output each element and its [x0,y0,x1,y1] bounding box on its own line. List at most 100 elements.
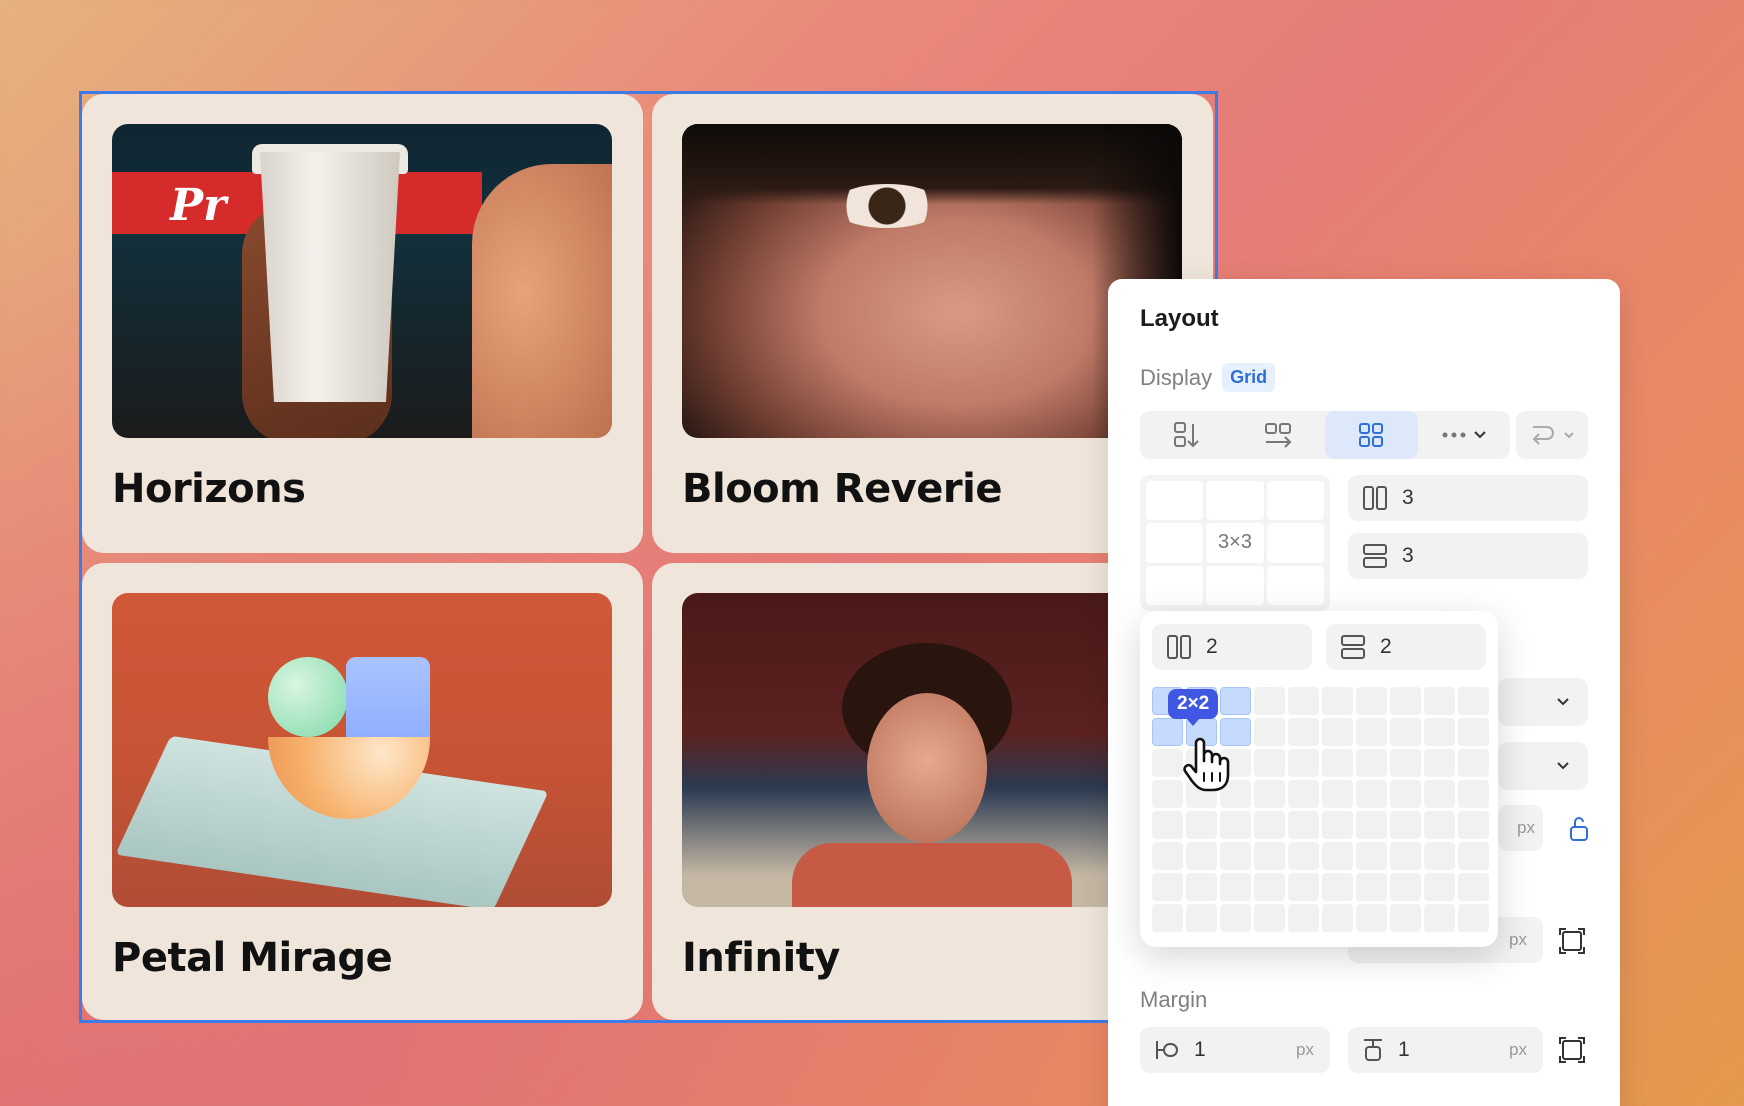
grid-cell[interactable] [1390,749,1421,777]
grid-cell[interactable] [1152,749,1183,777]
grid-size-tooltip: 2×2 [1168,689,1219,726]
grid-cell[interactable] [1254,904,1285,932]
grid-cell[interactable] [1152,904,1183,932]
grid-cell[interactable] [1458,687,1489,715]
lock-gap-button[interactable] [1568,815,1590,848]
grid-cell[interactable] [1288,873,1319,901]
grid-cell[interactable] [1152,811,1183,839]
grid-cell[interactable] [1356,842,1387,870]
grid-cell[interactable] [1152,718,1183,746]
grid-cell[interactable] [1288,718,1319,746]
grid-cell[interactable] [1288,842,1319,870]
grid-cell[interactable] [1322,904,1353,932]
grid-cell[interactable] [1390,873,1421,901]
grid-cell[interactable] [1356,904,1387,932]
rows-value: 3 [1402,544,1414,567]
grid-cell[interactable] [1322,749,1353,777]
grid-cell[interactable] [1424,687,1455,715]
grid-cell[interactable] [1390,718,1421,746]
columns-value: 3 [1402,486,1414,509]
grid-cell[interactable] [1152,873,1183,901]
grid-cell[interactable] [1458,718,1489,746]
grid-cell[interactable] [1254,873,1285,901]
grid-cell[interactable] [1322,780,1353,808]
grid-cell[interactable] [1424,842,1455,870]
grid-cell[interactable] [1424,873,1455,901]
grid-cell[interactable] [1458,842,1489,870]
grid-cell[interactable] [1254,811,1285,839]
margin-top-field[interactable]: 1 px [1348,1027,1543,1073]
grid-cell[interactable] [1220,687,1251,715]
grid-cell[interactable] [1458,749,1489,777]
grid-cell[interactable] [1220,873,1251,901]
grid-cell[interactable] [1356,780,1387,808]
grid-cell[interactable] [1254,749,1285,777]
grid-cell[interactable] [1322,687,1353,715]
grid-cell[interactable] [1220,842,1251,870]
flow-vertical-button[interactable] [1140,411,1233,459]
grid-cell[interactable] [1186,873,1217,901]
columns-field[interactable]: 3 [1348,475,1588,521]
rows-field[interactable]: 3 [1348,533,1588,579]
grid-cell[interactable] [1186,811,1217,839]
grid-cell[interactable] [1356,811,1387,839]
grid-cell[interactable] [1254,780,1285,808]
flow-horizontal-button[interactable] [1233,411,1326,459]
rows-icon [1341,635,1365,659]
grid-cell[interactable] [1390,687,1421,715]
grid-cell[interactable] [1390,780,1421,808]
grid-cell[interactable] [1458,873,1489,901]
margin-label: Margin [1140,987,1208,1012]
grid-cell[interactable] [1254,842,1285,870]
grid-cell[interactable] [1424,718,1455,746]
grid-cell[interactable] [1424,780,1455,808]
card-horizons[interactable]: Pr Horizons [82,94,643,553]
grid-template-picker[interactable]: 3×3 [1140,475,1330,611]
grid-cell[interactable] [1458,811,1489,839]
grid-size-cell-picker[interactable] [1152,687,1489,932]
grid-mode-button[interactable] [1325,411,1418,459]
display-row: Display Grid [1140,363,1276,392]
grid-cell[interactable] [1152,780,1183,808]
justify-dropdown[interactable] [1498,742,1588,790]
grid-cell[interactable] [1288,749,1319,777]
margin-individual-button[interactable] [1558,1036,1586,1064]
grid-cell[interactable] [1220,811,1251,839]
grid-cell[interactable] [1356,687,1387,715]
grid-cell[interactable] [1322,842,1353,870]
grid-cell[interactable] [1424,749,1455,777]
grid-cell[interactable] [1186,842,1217,870]
gap-field[interactable]: px [1498,805,1543,851]
wrap-button[interactable] [1516,411,1588,459]
grid-cell[interactable] [1356,718,1387,746]
card-petal-mirage[interactable]: Petal Mirage [82,563,643,1020]
grid-cell[interactable] [1220,904,1251,932]
grid-cell[interactable] [1356,873,1387,901]
grid-cell[interactable] [1288,904,1319,932]
grid-cell[interactable] [1152,842,1183,870]
grid-cell[interactable] [1390,842,1421,870]
grid-cell[interactable] [1288,687,1319,715]
grid-cell[interactable] [1288,780,1319,808]
grid-cell[interactable] [1424,811,1455,839]
grid-cell[interactable] [1458,904,1489,932]
popover-rows-field[interactable]: 2 [1326,624,1486,670]
grid-cell[interactable] [1322,873,1353,901]
grid-cell[interactable] [1322,811,1353,839]
grid-cell[interactable] [1458,780,1489,808]
grid-cell[interactable] [1288,811,1319,839]
grid-cell[interactable] [1424,904,1455,932]
grid-cell[interactable] [1356,749,1387,777]
grid-cell[interactable] [1186,904,1217,932]
more-horizontal-icon [1442,432,1466,438]
grid-cell[interactable] [1390,904,1421,932]
popover-columns-field[interactable]: 2 [1152,624,1312,670]
grid-cell[interactable] [1254,718,1285,746]
grid-cell[interactable] [1322,718,1353,746]
grid-cell[interactable] [1390,811,1421,839]
margin-left-field[interactable]: 1 px [1140,1027,1330,1073]
align-dropdown[interactable] [1498,678,1588,726]
padding-individual-button[interactable] [1558,927,1586,955]
grid-cell[interactable] [1254,687,1285,715]
more-options-button[interactable] [1418,411,1511,459]
